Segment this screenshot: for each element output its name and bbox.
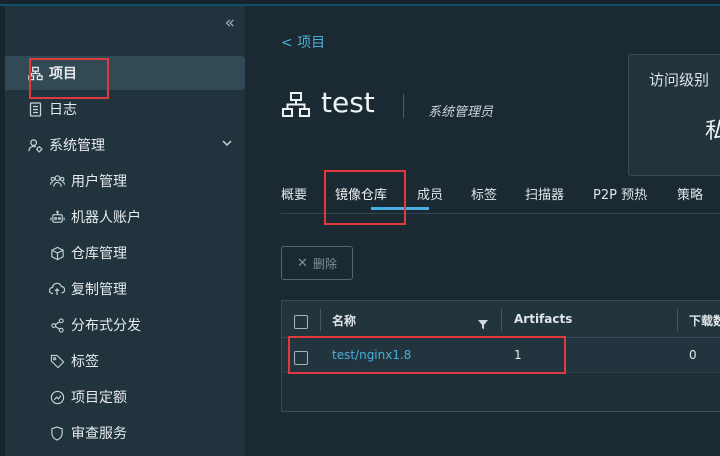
chevron-down-icon[interactable]: [221, 137, 233, 153]
main-content: < 项目 test 系统管理员 访问级别 私 概要 镜像仓库 成员 标签 扫描器…: [245, 6, 720, 456]
collapse-sidebar-icon[interactable]: «: [225, 14, 235, 32]
sidebar-item-label: 仓库管理: [71, 246, 127, 262]
replication-icon: [49, 281, 65, 297]
sidebar-item-label: 系统管理: [49, 138, 105, 154]
sidebar-item-users[interactable]: 用户管理: [5, 164, 245, 198]
access-level-card: 访问级别 私: [628, 54, 720, 176]
sidebar-item-project-quotas[interactable]: 项目定额: [5, 380, 245, 414]
column-separator: [320, 309, 321, 331]
close-icon: ✕: [297, 255, 308, 271]
sidebar-item-robot-accounts[interactable]: 机器人账户: [5, 200, 245, 234]
sidebar-item-label: 用户管理: [71, 174, 127, 190]
sidebar-item-label: 标签: [71, 354, 99, 370]
sidebar-item-labels[interactable]: 标签: [5, 344, 245, 378]
access-level-value: 私: [705, 119, 720, 144]
sidebar-item-label: 审查服务: [71, 426, 127, 442]
sidebar-item-label: 日志: [49, 102, 77, 118]
column-header-name[interactable]: 名称: [332, 312, 356, 329]
registry-icon: [49, 245, 65, 261]
column-separator: [501, 309, 502, 331]
sidebar-item-replications[interactable]: 复制管理: [5, 272, 245, 306]
tab-summary[interactable]: 概要: [281, 184, 307, 203]
access-level-label: 访问级别: [649, 71, 710, 89]
sidebar-item-registries[interactable]: 仓库管理: [5, 236, 245, 270]
pulls-count: 0: [689, 348, 697, 362]
user-role: 系统管理员: [428, 105, 494, 120]
highlight-box-repositories-tab: [324, 170, 406, 225]
quota-icon: [49, 389, 65, 405]
highlight-box-repository-row: [288, 336, 566, 374]
sidebar-item-label: 分布式分发: [71, 318, 141, 334]
sidebar: « 项目 日志 系统管理 用户管理 机器人账户 仓库管理 复制管理 分布式分发 …: [0, 6, 245, 456]
share-icon: [49, 317, 65, 333]
sidebar-item-label: 项目定额: [71, 390, 127, 406]
delete-button[interactable]: ✕ 删除: [281, 246, 353, 280]
robot-icon: [49, 209, 65, 225]
delete-button-label: 删除: [312, 256, 337, 271]
tag-icon: [49, 353, 65, 369]
shield-icon: [49, 425, 65, 441]
sidebar-item-distributions[interactable]: 分布式分发: [5, 308, 245, 342]
tab-policy[interactable]: 策略: [677, 184, 703, 203]
sidebar-item-administration[interactable]: 系统管理: [5, 128, 245, 162]
admin-icon: [27, 137, 43, 153]
column-header-artifacts[interactable]: Artifacts: [514, 312, 572, 326]
sidebar-item-interrogation-services[interactable]: 审查服务: [5, 416, 245, 450]
select-all-checkbox[interactable]: [294, 315, 308, 329]
page-title: test: [321, 86, 375, 119]
title-divider: [403, 94, 404, 118]
filter-icon[interactable]: [478, 315, 488, 334]
tab-scanner[interactable]: 扫描器: [525, 184, 564, 203]
tab-labels[interactable]: 标签: [471, 184, 497, 203]
table-header: 名称 Artifacts 下载数: [282, 301, 720, 338]
tab-members[interactable]: 成员: [417, 184, 443, 203]
users-icon: [49, 173, 65, 189]
back-to-projects-link[interactable]: < 项目: [281, 32, 325, 52]
sidebar-item-label: 复制管理: [71, 282, 127, 298]
tab-p2p-preheat[interactable]: P2P 预热: [593, 184, 647, 203]
highlight-box-projects: [29, 58, 109, 99]
column-separator: [677, 309, 678, 331]
sidebar-item-label: 机器人账户: [71, 210, 141, 226]
log-icon: [27, 101, 43, 117]
project-icon: [282, 92, 310, 122]
column-header-pulls[interactable]: 下载数: [689, 312, 720, 329]
